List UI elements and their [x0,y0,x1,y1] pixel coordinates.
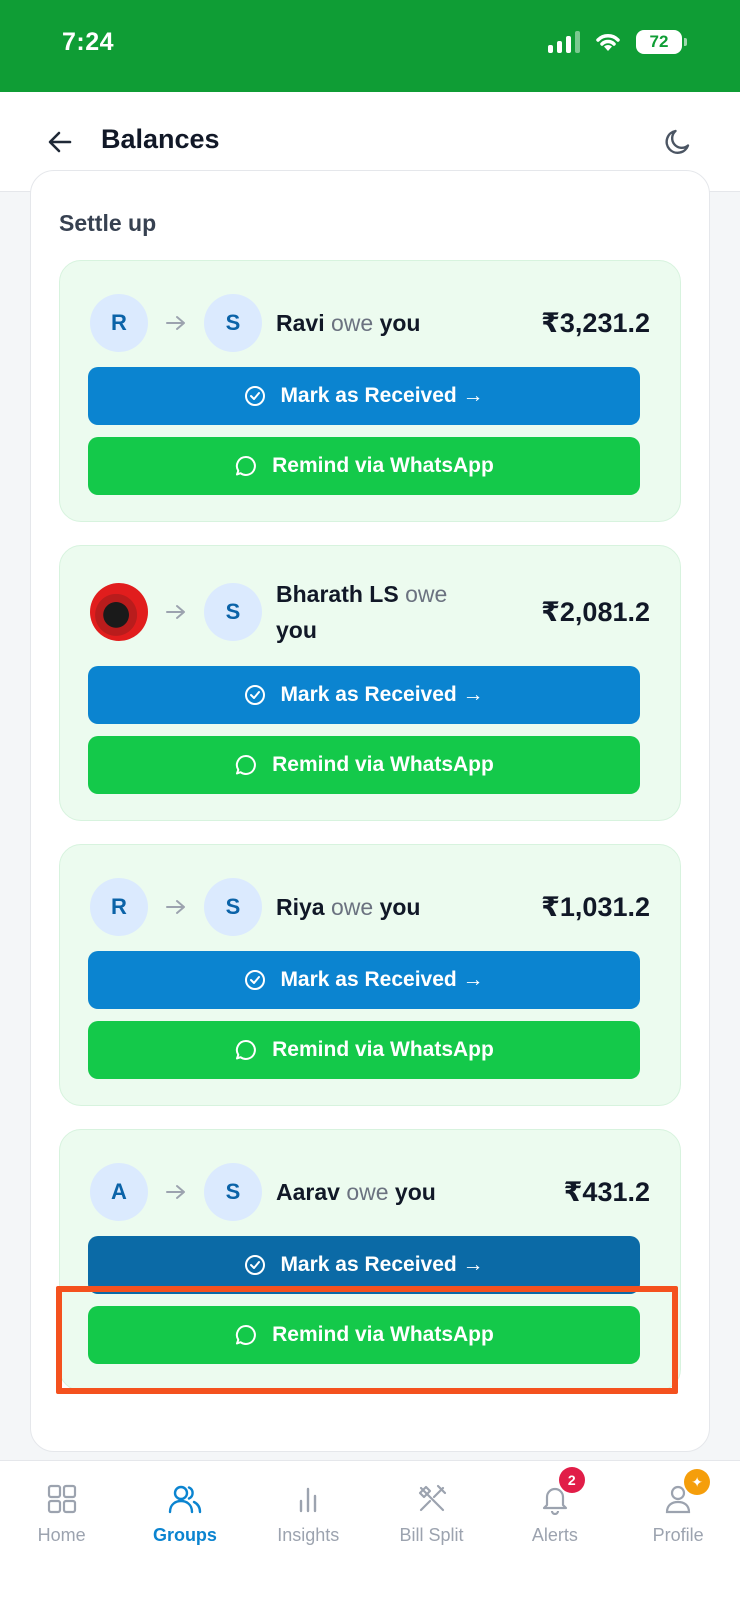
amount: ₹2,081.2 [541,596,650,627]
avatar: S [204,583,262,641]
status-bar: 7:24 72 [0,0,740,92]
back-button[interactable] [40,122,80,162]
chat-bubble-icon [234,1038,258,1062]
avatar: R [90,294,148,352]
settle-card: S Bharath LS owe you ₹2,081.2 Mark as Re… [59,545,681,821]
page-title: Balances [101,124,220,154]
groups-icon [167,1481,203,1517]
arrow-right-icon [148,604,204,620]
avatar-photo [90,583,148,641]
owe-text: Aarav owe you [276,1179,436,1205]
back-arrow-icon [48,131,72,153]
avatar: R [90,878,148,936]
section-title: Settle up [59,210,157,236]
settle-card-header: A S Aarav owe you ₹431.2 [90,1162,650,1222]
alerts-badge: 2 [558,1467,585,1493]
status-icons: 72 [548,30,687,54]
insights-bars-icon [290,1481,326,1517]
status-time: 7:24 [62,28,115,56]
avatar: S [204,1163,262,1221]
settle-card: R S Ravi owe you ₹3,231.2 Mark as Receiv… [59,260,681,522]
wifi-icon [596,34,620,51]
owe-text: Bharath LS owe you [276,581,448,643]
nav-item-bill-split[interactable]: Bill Split [370,1461,493,1600]
check-circle-icon [244,1254,266,1276]
chat-bubble-icon [234,753,258,777]
utensils-icon [414,1481,450,1517]
check-circle-icon [244,684,266,706]
remind-whatsapp-button[interactable]: Remind via WhatsApp [88,736,640,794]
nav-item-alerts[interactable]: 2 Alerts [493,1461,616,1600]
arrow-right-icon [148,899,204,915]
remind-whatsapp-button[interactable]: Remind via WhatsApp [88,437,640,495]
arrow-right-icon [148,1184,204,1200]
profile-icon: ✦ [660,1469,711,1517]
mark-as-received-button[interactable]: Mark as Received → [88,666,640,724]
amount: ₹1,031.2 [541,891,650,922]
home-grid-icon [44,1481,80,1517]
mark-as-received-button[interactable]: Mark as Received → [88,951,640,1009]
bell-icon: 2 [537,1467,585,1517]
avatar: A [90,1163,148,1221]
nav-item-profile[interactable]: ✦ Profile [616,1461,739,1600]
signal-icon [548,31,580,53]
amount: ₹431.2 [563,1176,650,1207]
highlight-box [56,1286,678,1394]
owe-text: Ravi owe you [276,310,421,336]
sparkle-icon: ✦ [684,1469,711,1495]
nav-item-insights[interactable]: Insights [247,1461,370,1600]
theme-toggle-button[interactable] [656,120,700,164]
check-circle-icon [244,385,266,407]
moon-icon [665,129,690,154]
nav-item-groups[interactable]: Groups [123,1461,246,1600]
chat-bubble-icon [234,454,258,478]
battery-indicator: 72 [636,30,687,54]
arrow-right-icon [148,315,204,331]
settle-card-header: R S Ravi owe you ₹3,231.2 [90,293,650,353]
settle-card: R S Riya owe you ₹1,031.2 Mark as Receiv… [59,844,681,1106]
bottom-nav: Home Groups Insights Bill Split 2 Alerts… [0,1460,740,1600]
check-circle-icon [244,969,266,991]
mark-as-received-button[interactable]: Mark as Received → [88,367,640,425]
amount: ₹3,231.2 [541,307,650,338]
remind-whatsapp-button[interactable]: Remind via WhatsApp [88,1021,640,1079]
owe-text: Riya owe you [276,894,421,920]
nav-item-home[interactable]: Home [0,1461,123,1600]
avatar: S [204,294,262,352]
avatar: S [204,878,262,936]
settle-card-header: R S Riya owe you ₹1,031.2 [90,877,650,937]
settle-card-header: S Bharath LS owe you ₹2,081.2 [90,576,650,648]
